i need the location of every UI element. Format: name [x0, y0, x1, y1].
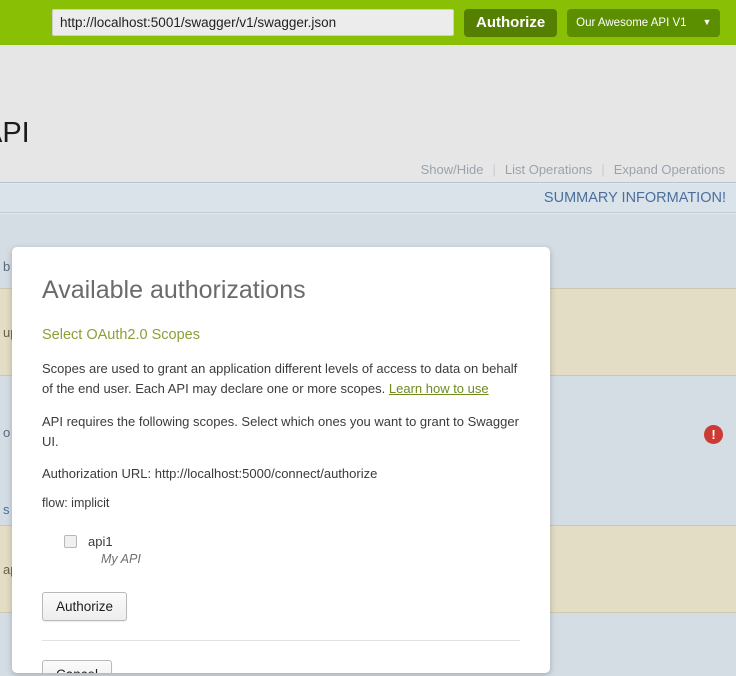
api-version-select-label: Our Awesome API V1: [576, 16, 687, 29]
modal-cancel-button[interactable]: Cancel: [42, 659, 113, 673]
error-badge[interactable]: !: [704, 425, 723, 444]
list-item: api1 My API: [64, 534, 520, 566]
page-title: API: [0, 117, 30, 149]
operation-label: s: [3, 501, 10, 517]
authorization-url-text: Authorization URL: http://localhost:5000…: [42, 466, 378, 482]
flow-text: flow: implicit: [42, 495, 110, 510]
modal-authorize-button[interactable]: Authorize: [42, 591, 128, 621]
available-authorizations-modal: Available authorizations Select OAuth2.0…: [12, 247, 550, 673]
operations-toolbar: Show/Hide | List Operations | Expand Ope…: [0, 157, 736, 183]
scope-name: api1: [88, 533, 113, 549]
top-bar: Authorize Our Awesome API V1 ▼: [0, 0, 736, 45]
swagger-ui-page: Authorize Our Awesome API V1 ▼ API Show/…: [0, 0, 736, 676]
summary-text: SUMMARY INFORMATION!: [543, 190, 726, 206]
operation-label: o: [3, 424, 11, 440]
modal-divider: [42, 639, 520, 641]
scope-checkbox-api1[interactable]: [64, 534, 77, 548]
api-version-select[interactable]: Our Awesome API V1 ▼: [567, 8, 721, 37]
operation-label: b: [3, 258, 11, 274]
scope-description: My API: [101, 551, 141, 566]
scopes-heading: Select OAuth2.0 Scopes: [42, 326, 200, 343]
list-operations-link[interactable]: List Operations: [505, 162, 592, 177]
scope-row: api1: [64, 534, 520, 549]
modal-cancel-row: Cancel: [42, 659, 520, 673]
swagger-url-input[interactable]: [52, 9, 454, 36]
chevron-down-icon: ▼: [702, 17, 712, 27]
authorize-top-button[interactable]: Authorize: [464, 8, 558, 37]
show-hide-link[interactable]: Show/Hide: [421, 162, 484, 177]
scopes-description: Scopes are used to grant an application …: [42, 359, 520, 400]
toolbar-separator-2: |: [601, 162, 605, 177]
page-header: API: [0, 45, 736, 157]
scopes-requirement-text: API requires the following scopes. Selec…: [42, 413, 519, 450]
summary-strip: SUMMARY INFORMATION!: [0, 184, 736, 213]
scope-list: api1 My API: [64, 534, 520, 566]
learn-how-to-use-link[interactable]: Learn how to use: [389, 381, 489, 396]
expand-operations-link[interactable]: Expand Operations: [614, 162, 725, 177]
modal-title: Available authorizations: [42, 276, 306, 304]
toolbar-separator-1: |: [492, 162, 496, 177]
modal-authorize-row: Authorize: [42, 591, 520, 621]
